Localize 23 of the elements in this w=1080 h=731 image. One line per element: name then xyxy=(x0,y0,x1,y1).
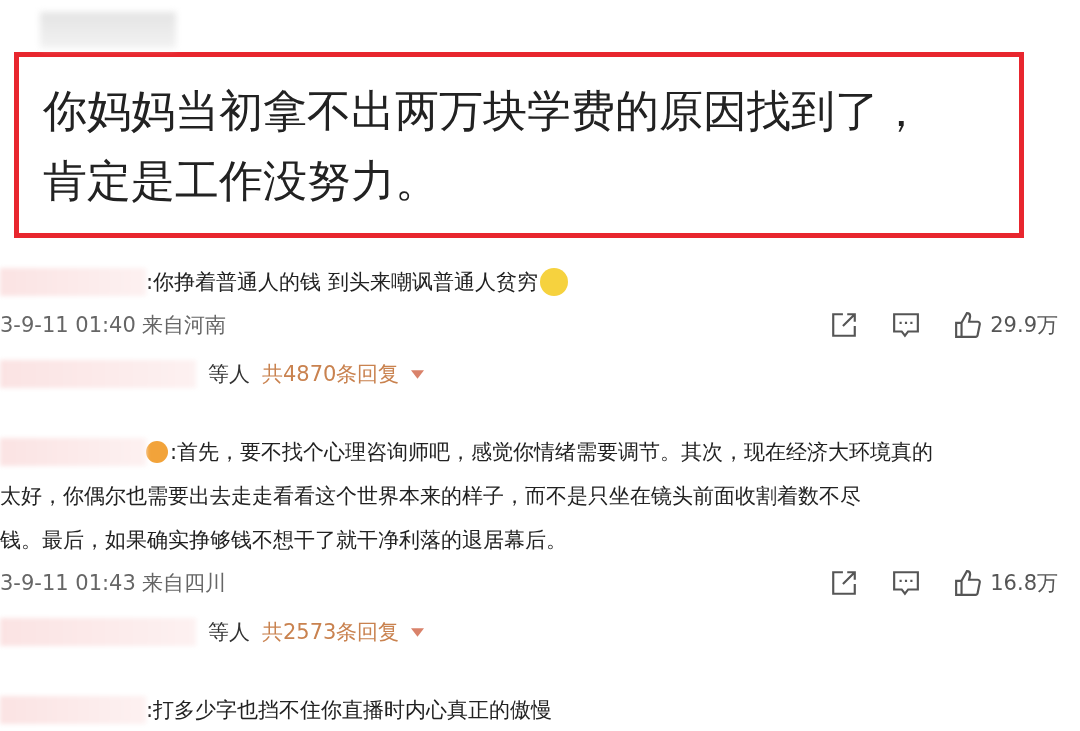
comment-text: :打多少字也挡不住你直播时内心真正的傲慢 xyxy=(146,697,553,724)
highlighted-comment-text: 肯定是工作没努力。 xyxy=(43,157,440,205)
thumbs-up-icon[interactable] xyxy=(954,311,983,339)
reply-count-link[interactable]: 共2573条回复 xyxy=(262,618,400,646)
comment-time-location: 3-9-11 01:40 来自河南 xyxy=(0,312,227,339)
highlighted-comment-text: 你妈妈当初拿不出两万块学费的原因找到了， xyxy=(43,87,924,135)
like-count: 29.9万 xyxy=(990,312,1058,339)
reply-users-text: 等人 xyxy=(208,361,250,388)
comment-time-location: 3-9-11 01:43 来自四川 xyxy=(0,570,227,597)
comment-text: :首先，要不找个心理咨询师吧，感觉你情绪需要调节。其次，现在经济大环境真的 xyxy=(170,439,934,466)
caret-icon[interactable] xyxy=(411,627,425,637)
reply-users-text: 等人 xyxy=(208,619,250,646)
comment-text: 钱。最后，如果确实挣够钱不想干了就干净利落的退居幕后。 xyxy=(0,527,567,554)
caret-icon[interactable] xyxy=(411,369,425,379)
comment-text: :你挣着普通人的钱 到头来嘲讽普通人贫穷 xyxy=(146,269,538,296)
comment-icon[interactable] xyxy=(892,311,921,339)
reply-count-link[interactable]: 共4870条回复 xyxy=(262,360,400,388)
like-count: 16.8万 xyxy=(990,570,1058,597)
thumbs-up-icon[interactable] xyxy=(954,569,983,597)
share-icon[interactable] xyxy=(830,569,859,597)
share-icon[interactable] xyxy=(830,311,859,339)
comment-text: 太好，你偶尔也需要出去走走看看这个世界本来的样子，而不是只坐在镜头前面收割着数不尽 xyxy=(0,483,861,510)
comment-icon[interactable] xyxy=(892,569,921,597)
